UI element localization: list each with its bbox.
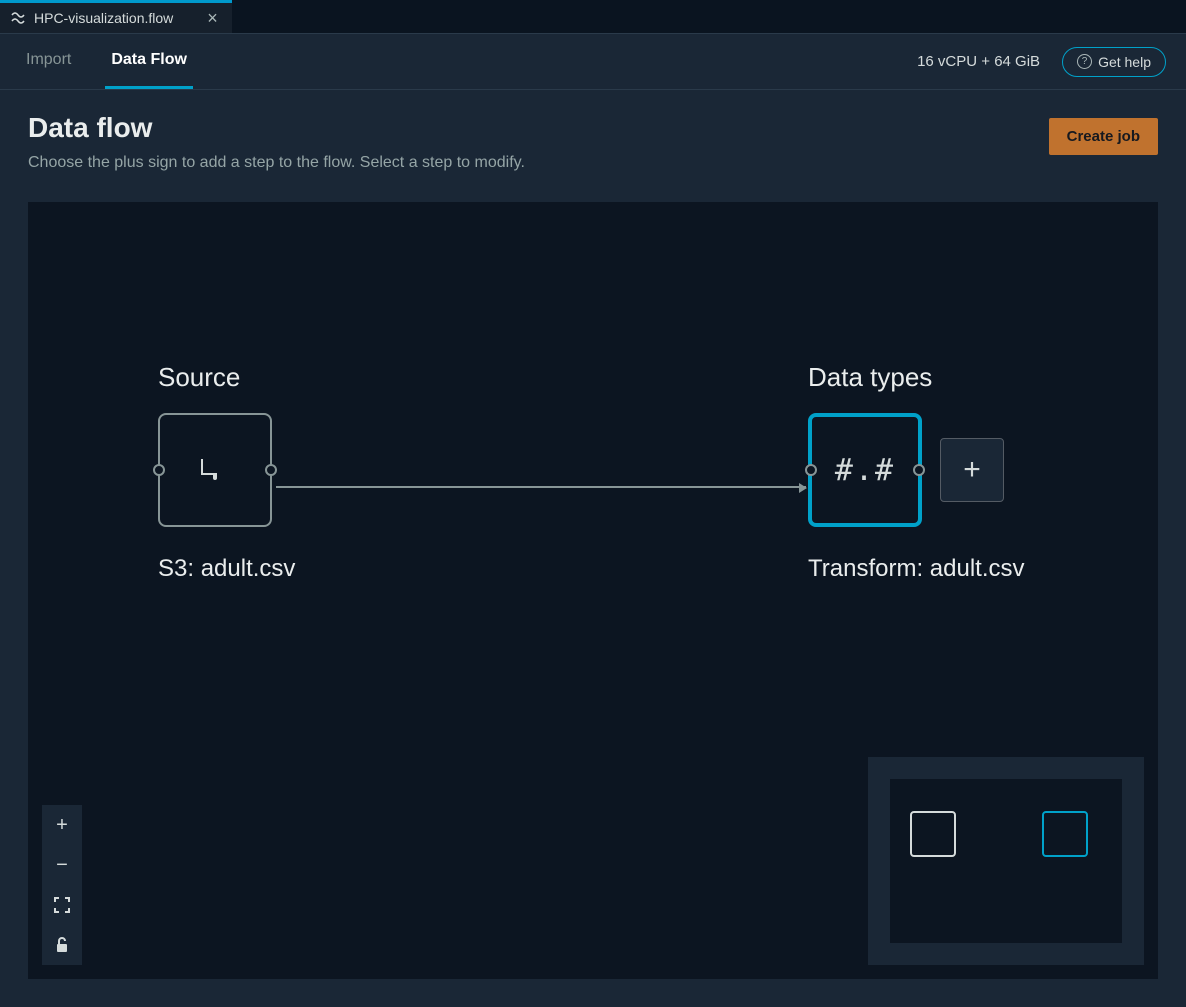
create-job-button[interactable]: Create job [1049,118,1158,155]
zoom-fit-button[interactable] [42,885,82,925]
flow-node-data-types: Data types #.# + Transform: adult.csv [808,362,1025,583]
source-node-caption: S3: adult.csv [158,555,295,583]
port-right[interactable] [913,464,925,476]
file-tab-bar: HPC-visualization.flow × [0,0,1186,34]
fullscreen-icon [54,897,70,913]
tab-import[interactable]: Import [20,34,77,89]
flow-connector [276,486,806,488]
resource-label: 16 vCPU + 64 GiB [917,53,1040,70]
source-node-box[interactable] [158,413,272,527]
help-button-label: Get help [1098,54,1151,70]
file-tab-name: HPC-visualization.flow [34,10,173,26]
minimap-inner [890,779,1122,943]
port-right[interactable] [265,464,277,476]
page-header: Data flow Choose the plus sign to add a … [0,90,1186,184]
tab-group: Import Data Flow [20,34,193,89]
data-types-node-box[interactable]: #.# [808,413,922,527]
page-subtitle: Choose the plus sign to add a step to th… [28,154,1049,172]
page-title: Data flow [28,112,1049,144]
add-step-button[interactable]: + [940,438,1004,502]
document-icon [213,461,217,479]
tool-bar: Import Data Flow 16 vCPU + 64 GiB ? Get … [0,34,1186,90]
file-tab[interactable]: HPC-visualization.flow × [0,0,232,33]
zoom-controls: + − [42,805,82,965]
zoom-in-button[interactable]: + [42,805,82,845]
port-left[interactable] [805,464,817,476]
lock-icon [55,937,69,953]
minimap[interactable] [868,757,1144,965]
zoom-out-button[interactable]: − [42,845,82,885]
port-left[interactable] [153,464,165,476]
node-heading-data-types: Data types [808,362,1025,393]
get-help-button[interactable]: ? Get help [1062,47,1166,77]
minimap-node-source [910,811,956,857]
minimap-node-data-types [1042,811,1088,857]
zoom-lock-button[interactable] [42,925,82,965]
hash-icon: #.# [835,453,895,488]
help-icon: ? [1077,54,1092,69]
flow-canvas[interactable]: Source S3: adult.csv Data types [28,202,1158,979]
data-types-node-caption: Transform: adult.csv [808,555,1025,583]
canvas-wrap: Source S3: adult.csv Data types [0,184,1186,1007]
plus-icon: + [963,453,981,487]
node-heading-source: Source [158,362,295,393]
tab-data-flow[interactable]: Data Flow [105,34,193,89]
flow-node-source: Source S3: adult.csv [158,362,295,583]
flow-file-icon [10,10,26,26]
close-tab-icon[interactable]: × [207,9,218,27]
